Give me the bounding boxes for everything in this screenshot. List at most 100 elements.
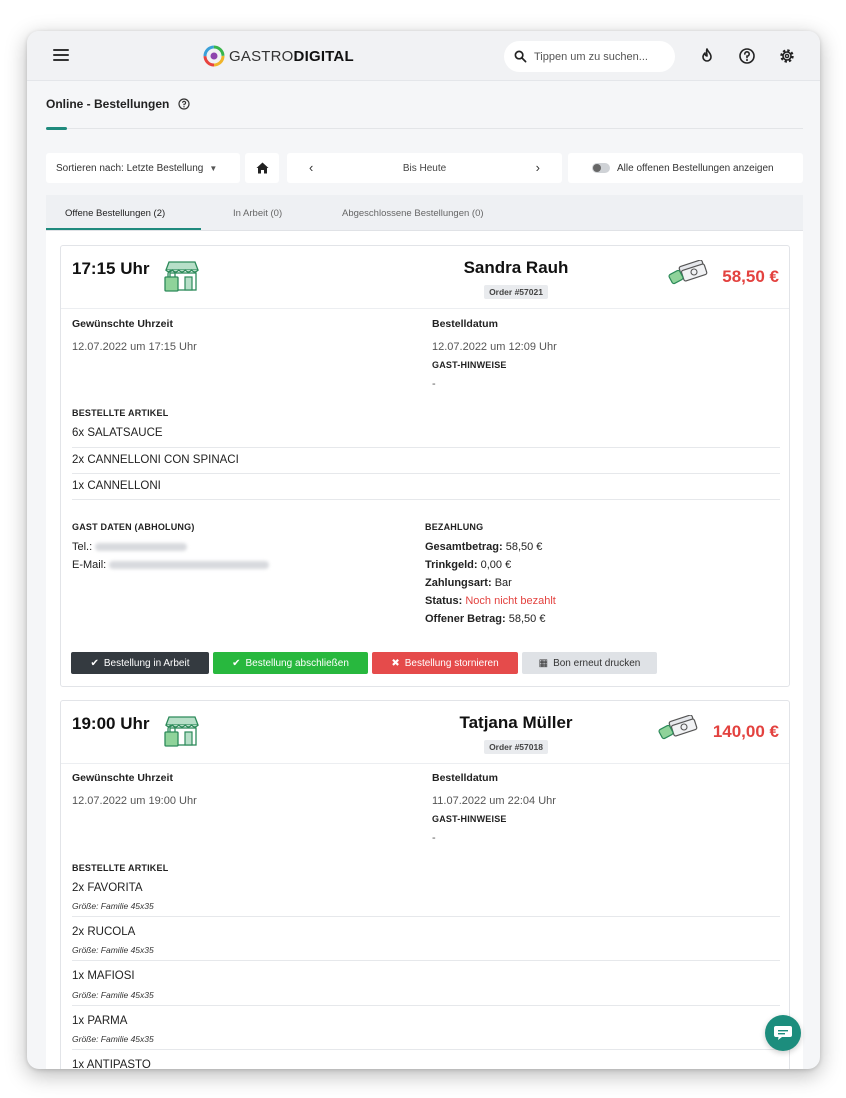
order-card: 17:15 Uhr Sandra Rauh Order #57021 58,50… bbox=[60, 245, 790, 687]
receipt-icon: ▦ bbox=[538, 657, 549, 669]
order-number-badge: Order #57018 bbox=[484, 740, 548, 754]
money-payment-icon bbox=[668, 260, 708, 285]
search-icon bbox=[514, 50, 527, 63]
list-item: 1x ANTIPASTO bbox=[72, 1059, 151, 1069]
chevron-right-icon[interactable]: › bbox=[536, 160, 540, 175]
wish-time-label: Gewünschte Uhrzeit bbox=[72, 772, 173, 784]
tab-in-progress[interactable]: In Arbeit (0) bbox=[233, 208, 282, 219]
wish-time-value: 12.07.2022 um 19:00 Uhr bbox=[72, 795, 197, 807]
active-tab-indicator bbox=[46, 228, 201, 230]
pickup-time: 17:15 Uhr bbox=[72, 259, 150, 278]
order-total-price: 58,50 € bbox=[722, 267, 779, 286]
guest-data-label: GAST DATEN (ABHOLUNG) bbox=[72, 522, 195, 532]
sort-dropdown-label: Sortieren nach: Letzte Bestellung bbox=[56, 162, 204, 174]
customer-name: Sandra Rauh bbox=[463, 258, 569, 277]
set-in-progress-button[interactable]: ✔ Bestellung in Arbeit bbox=[71, 652, 209, 674]
item-size: Größe: Familie 45x35 bbox=[72, 1034, 154, 1044]
redacted-phone bbox=[95, 543, 188, 552]
payment-total: Gesamtbetrag: 58,50 € bbox=[425, 541, 543, 553]
order-total-price: 140,00 € bbox=[712, 722, 779, 741]
storefront-icon bbox=[164, 261, 199, 292]
divider bbox=[72, 447, 780, 448]
help-icon[interactable] bbox=[738, 47, 756, 65]
date-range-label: Bis Heute bbox=[402, 163, 447, 174]
gear-icon[interactable] bbox=[778, 47, 796, 65]
check-icon: ✔ bbox=[90, 657, 99, 669]
guest-phone: Tel.: bbox=[72, 541, 188, 553]
toggle-label: Alle offenen Bestellungen anzeigen bbox=[617, 162, 774, 174]
app-window: GASTRODIGITAL Online - Bestellungen Sort… bbox=[27, 31, 820, 1069]
page-title: Online - Bestellungen bbox=[46, 97, 170, 111]
order-number-badge: Order #57021 bbox=[484, 285, 548, 299]
order-number: Order #57018 bbox=[416, 737, 616, 755]
divider bbox=[72, 499, 780, 500]
tab-completed[interactable]: Abgeschlossene Bestellungen (0) bbox=[342, 208, 484, 219]
chat-icon bbox=[774, 1026, 792, 1040]
payment-status: Status: Noch nicht bezahlt bbox=[425, 595, 556, 607]
help-icon[interactable] bbox=[178, 98, 190, 110]
order-date-value: 12.07.2022 um 12:09 Uhr bbox=[432, 341, 557, 353]
list-item: 2x CANNELLONI CON SPINACI bbox=[72, 454, 239, 466]
order-date-label: Bestelldatum bbox=[432, 318, 498, 330]
item-size: Größe: Familie 45x35 bbox=[72, 990, 154, 1000]
wish-time-value: 12.07.2022 um 17:15 Uhr bbox=[72, 341, 197, 353]
brand-logo[interactable]: GASTRODIGITAL bbox=[203, 45, 354, 67]
redacted-email bbox=[109, 561, 270, 570]
toggle-switch[interactable] bbox=[592, 163, 610, 173]
order-number: Order #57021 bbox=[416, 282, 616, 300]
guest-notes-value: - bbox=[432, 378, 436, 390]
payment-open-amount: Offener Betrag: 58,50 € bbox=[425, 613, 546, 625]
search-input[interactable] bbox=[534, 50, 664, 63]
brand-name: GASTRODIGITAL bbox=[229, 47, 354, 65]
item-size: Größe: Familie 45x35 bbox=[72, 945, 154, 955]
storefront-icon bbox=[164, 716, 199, 747]
search-box[interactable] bbox=[504, 41, 675, 72]
ordered-items-label: BESTELLTE ARTIKEL bbox=[72, 408, 169, 418]
divider bbox=[72, 1005, 780, 1006]
date-navigator: ‹ Bis Heute › bbox=[287, 153, 562, 183]
guest-email: E-Mail: bbox=[72, 559, 270, 571]
payment-type: Zahlungsart: Bar bbox=[425, 577, 512, 589]
money-payment-icon bbox=[658, 715, 698, 740]
payment-tip: Trinkgeld: 0,00 € bbox=[425, 559, 512, 571]
home-icon bbox=[256, 162, 268, 174]
item-size: Größe: Familie 45x35 bbox=[72, 901, 154, 911]
guest-notes-label: GAST-HINWEISE bbox=[432, 360, 507, 370]
flame-icon[interactable] bbox=[698, 47, 716, 65]
list-item: 1x MAFIOSI bbox=[72, 970, 135, 982]
order-tabs: Offene Bestellungen (2) In Arbeit (0) Ab… bbox=[46, 195, 803, 231]
divider bbox=[46, 128, 803, 129]
top-bar: GASTRODIGITAL bbox=[27, 31, 820, 81]
title-underline bbox=[46, 127, 67, 130]
show-all-open-toggle: Alle offenen Bestellungen anzeigen bbox=[568, 153, 803, 183]
divider bbox=[61, 763, 789, 764]
tab-open-orders[interactable]: Offene Bestellungen (2) bbox=[65, 208, 165, 219]
wish-time-label: Gewünschte Uhrzeit bbox=[72, 318, 173, 330]
order-date-value: 11.07.2022 um 22:04 Uhr bbox=[432, 795, 556, 807]
list-item: 6x SALATSAUCE bbox=[72, 427, 163, 439]
chevron-down-icon: ▼ bbox=[209, 163, 218, 173]
phone-label: Tel.: bbox=[72, 541, 93, 553]
divider bbox=[61, 308, 789, 309]
sort-dropdown[interactable]: Sortieren nach: Letzte Bestellung ▼ bbox=[46, 153, 240, 183]
gastrodigital-logo-icon bbox=[203, 45, 225, 67]
status-badge: Noch nicht bezahlt bbox=[465, 595, 556, 607]
cancel-order-button[interactable]: ✖ Bestellung stornieren bbox=[372, 652, 518, 674]
double-check-icon: ✔ bbox=[232, 657, 241, 669]
customer-name: Tatjana Müller bbox=[459, 713, 573, 732]
chat-button[interactable] bbox=[765, 1015, 801, 1051]
list-item: 1x PARMA bbox=[72, 1015, 128, 1027]
divider bbox=[72, 1049, 780, 1050]
guest-notes-value: - bbox=[432, 832, 436, 844]
email-label: E-Mail: bbox=[72, 559, 107, 571]
guest-notes-label: GAST-HINWEISE bbox=[432, 814, 507, 824]
divider bbox=[72, 473, 780, 474]
pickup-time: 19:00 Uhr bbox=[72, 714, 150, 733]
list-item: 2x RUCOLA bbox=[72, 926, 136, 938]
complete-order-button[interactable]: ✔ Bestellung abschließen bbox=[213, 652, 368, 674]
home-button[interactable] bbox=[245, 153, 279, 183]
reprint-receipt-button[interactable]: ▦ Bon erneut drucken bbox=[522, 652, 657, 674]
menu-icon[interactable] bbox=[53, 49, 69, 63]
page-header: Online - Bestellungen bbox=[46, 97, 190, 111]
orders-panel: 17:15 Uhr Sandra Rauh Order #57021 58,50… bbox=[46, 231, 803, 1069]
